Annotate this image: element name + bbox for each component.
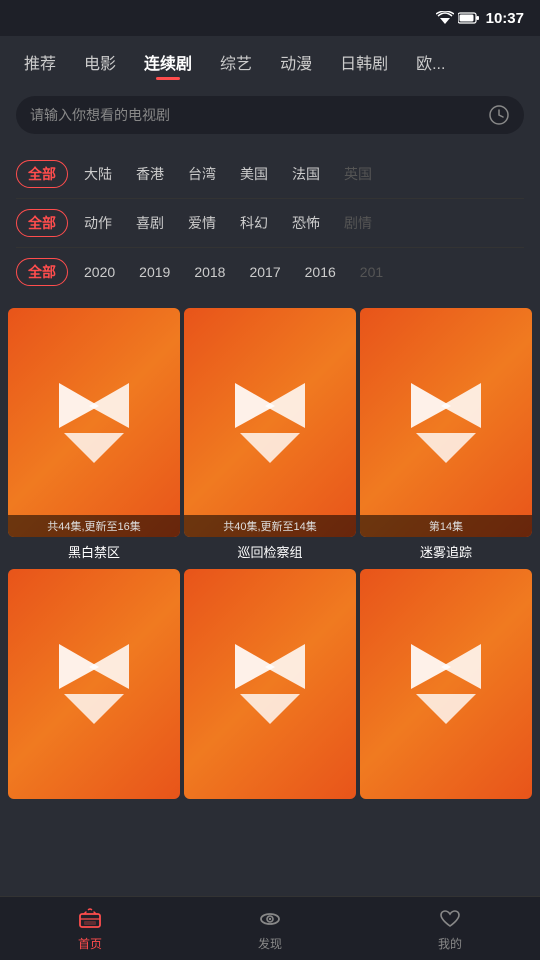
play-logo-3 <box>401 378 491 468</box>
bottom-nav-discover[interactable]: 发现 <box>257 906 283 952</box>
content-thumb-5 <box>184 569 356 798</box>
nav-tab-korean[interactable]: 日韩剧 <box>326 42 402 82</box>
filter-genre-all[interactable]: 全部 <box>16 209 68 237</box>
filter-region-usa[interactable]: 美国 <box>228 160 280 188</box>
content-badge-3: 第14集 <box>360 515 532 537</box>
status-time: 10:37 <box>486 10 524 27</box>
content-thumb-6 <box>360 569 532 798</box>
content-item-4[interactable] <box>8 569 180 807</box>
filter-region-taiwan[interactable]: 台湾 <box>176 160 228 188</box>
nav-tab-recommend[interactable]: 推荐 <box>10 42 70 82</box>
nav-tab-movie[interactable]: 电影 <box>70 42 130 82</box>
profile-heart-icon <box>437 906 463 932</box>
content-grid: 共44集,更新至16集 黑白禁区 共40集,更新至14集 巡回检察组 第14集 … <box>0 296 540 808</box>
content-item-3[interactable]: 第14集 迷雾追踪 <box>360 308 532 565</box>
content-item-2[interactable]: 共40集,更新至14集 巡回检察组 <box>184 308 356 565</box>
discover-eye-icon <box>257 906 283 932</box>
nav-tabs: 推荐 电影 连续剧 综艺 动漫 日韩剧 欧... <box>0 36 540 88</box>
filter-year-older[interactable]: 201 <box>348 260 395 284</box>
content-item-1[interactable]: 共44集,更新至16集 黑白禁区 <box>8 308 180 565</box>
bottom-nav-profile[interactable]: 我的 <box>437 906 463 952</box>
filter-genre-action[interactable]: 动作 <box>72 209 124 237</box>
nav-tab-series[interactable]: 连续剧 <box>130 42 206 82</box>
filter-region-mainland[interactable]: 大陆 <box>72 160 124 188</box>
content-title-1: 黑白禁区 <box>8 537 180 565</box>
play-logo-4 <box>49 639 139 729</box>
content-title-2: 巡回检察组 <box>184 537 356 565</box>
search-placeholder: 请输入你想看的电视剧 <box>30 105 488 125</box>
filter-year-2020[interactable]: 2020 <box>72 260 127 284</box>
content-thumb-1: 共44集,更新至16集 <box>8 308 180 537</box>
filter-row-year: 全部 2020 2019 2018 2017 2016 201 <box>16 248 524 296</box>
status-bar: 10:37 <box>0 0 540 36</box>
search-bar[interactable]: 请输入你想看的电视剧 <box>16 96 524 134</box>
content-title-4 <box>8 799 180 808</box>
content-item-6[interactable] <box>360 569 532 807</box>
content-badge-1: 共44集,更新至16集 <box>8 515 180 537</box>
filter-year-2019[interactable]: 2019 <box>127 260 182 284</box>
filter-region-france[interactable]: 法国 <box>280 160 332 188</box>
wifi-icon <box>436 11 454 25</box>
filter-row-region: 全部 大陆 香港 台湾 美国 法国 英国 <box>16 150 524 199</box>
nav-tab-variety[interactable]: 综艺 <box>206 42 266 82</box>
content-title-6 <box>360 799 532 808</box>
bottom-nav-home-label: 首页 <box>78 935 102 952</box>
filter-genre-horror[interactable]: 恐怖 <box>280 209 332 237</box>
play-logo-2 <box>225 378 315 468</box>
status-icons <box>436 11 480 25</box>
filter-row-genre: 全部 动作 喜剧 爱情 科幻 恐怖 剧情 <box>16 199 524 248</box>
clock-icon <box>488 104 510 126</box>
nav-tab-western[interactable]: 欧... <box>402 42 459 82</box>
bottom-nav-home[interactable]: 首页 <box>77 906 103 952</box>
content-badge-2: 共40集,更新至14集 <box>184 515 356 537</box>
filter-year-2016[interactable]: 2016 <box>293 260 348 284</box>
filter-year-2017[interactable]: 2017 <box>237 260 292 284</box>
filter-region-all[interactable]: 全部 <box>16 160 68 188</box>
bottom-nav-profile-label: 我的 <box>438 935 462 952</box>
filter-genre-comedy[interactable]: 喜剧 <box>124 209 176 237</box>
play-logo-6 <box>401 639 491 729</box>
filter-year-all[interactable]: 全部 <box>16 258 68 286</box>
play-logo-1 <box>49 378 139 468</box>
home-tv-icon <box>77 906 103 932</box>
content-title-5 <box>184 799 356 808</box>
content-thumb-2: 共40集,更新至14集 <box>184 308 356 537</box>
filter-genre-drama[interactable]: 剧情 <box>332 209 384 237</box>
content-title-3: 迷雾追踪 <box>360 537 532 565</box>
search-bar-wrapper: 请输入你想看的电视剧 <box>0 88 540 146</box>
content-thumb-4 <box>8 569 180 798</box>
filter-region-hongkong[interactable]: 香港 <box>124 160 176 188</box>
bottom-nav: 首页 发现 我的 <box>0 896 540 960</box>
nav-tab-anime[interactable]: 动漫 <box>266 42 326 82</box>
content-thumb-3: 第14集 <box>360 308 532 537</box>
filter-year-2018[interactable]: 2018 <box>182 260 237 284</box>
bottom-nav-discover-label: 发现 <box>258 935 282 952</box>
filter-region-uk[interactable]: 英国 <box>332 160 384 188</box>
battery-icon <box>458 12 480 24</box>
content-item-5[interactable] <box>184 569 356 807</box>
filter-section: 全部 大陆 香港 台湾 美国 法国 英国 全部 动作 喜剧 爱情 科幻 恐怖 剧… <box>0 146 540 296</box>
filter-genre-romance[interactable]: 爱情 <box>176 209 228 237</box>
play-logo-5 <box>225 639 315 729</box>
filter-genre-scifi[interactable]: 科幻 <box>228 209 280 237</box>
